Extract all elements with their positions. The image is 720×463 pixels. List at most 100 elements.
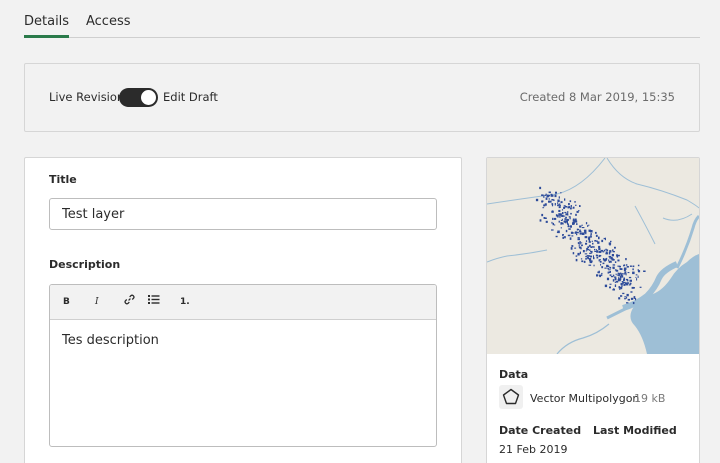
map-point bbox=[608, 255, 612, 258]
map-point bbox=[602, 251, 605, 253]
map-point bbox=[557, 199, 560, 203]
map-point bbox=[579, 232, 582, 235]
map-point bbox=[596, 250, 599, 253]
description-editor: B I 1. Tes description bbox=[49, 284, 437, 447]
map-point bbox=[551, 205, 554, 207]
map-point bbox=[608, 251, 611, 255]
toggle-knob bbox=[141, 90, 156, 105]
map-point bbox=[552, 210, 554, 213]
map-point bbox=[594, 248, 596, 251]
map-point bbox=[599, 259, 601, 261]
map-point bbox=[617, 279, 620, 282]
map-point bbox=[608, 269, 611, 271]
map-point bbox=[603, 237, 606, 240]
map-point bbox=[621, 281, 624, 283]
map-point bbox=[554, 203, 556, 206]
description-content[interactable]: Tes description bbox=[62, 333, 159, 348]
map-point bbox=[619, 279, 621, 282]
tab-access[interactable]: Access bbox=[86, 14, 131, 38]
map-point bbox=[564, 218, 567, 220]
map-point bbox=[585, 232, 587, 235]
polygon-icon bbox=[499, 385, 523, 409]
italic-button[interactable]: I bbox=[95, 294, 99, 310]
map-point bbox=[585, 250, 587, 252]
map-point bbox=[608, 271, 610, 274]
map-point bbox=[596, 274, 599, 277]
map-point bbox=[608, 242, 612, 245]
map-point bbox=[638, 270, 641, 273]
map-point bbox=[625, 273, 627, 276]
date-created-value: 21 Feb 2019 bbox=[499, 443, 568, 456]
map-point bbox=[582, 250, 585, 253]
map-point bbox=[585, 255, 587, 258]
map-point bbox=[589, 249, 591, 251]
map-point bbox=[557, 202, 559, 204]
map-point bbox=[598, 236, 600, 240]
map-point bbox=[614, 284, 617, 287]
title-input[interactable] bbox=[49, 198, 437, 230]
map-point bbox=[558, 209, 561, 212]
map-point bbox=[552, 217, 554, 220]
map-point bbox=[612, 279, 615, 282]
map-point bbox=[598, 250, 602, 253]
map-point bbox=[605, 252, 608, 255]
map-point bbox=[574, 201, 576, 203]
tab-details[interactable]: Details bbox=[24, 14, 70, 38]
map-point bbox=[604, 258, 607, 260]
map-point bbox=[569, 200, 572, 203]
map-point bbox=[604, 284, 608, 288]
map-point bbox=[577, 238, 580, 241]
map-point bbox=[620, 285, 623, 287]
map-point bbox=[548, 191, 551, 194]
created-timestamp: Created 8 Mar 2019, 15:35 bbox=[519, 90, 675, 104]
date-created-label: Date Created bbox=[499, 424, 582, 437]
bullet-list-icon[interactable] bbox=[148, 294, 160, 310]
map-point bbox=[632, 268, 634, 271]
map-point bbox=[621, 273, 623, 276]
map-point bbox=[629, 282, 631, 285]
map-point bbox=[583, 260, 586, 263]
map-point bbox=[595, 231, 597, 234]
map-point bbox=[594, 240, 597, 242]
map-point bbox=[579, 241, 581, 243]
map-point bbox=[574, 220, 578, 223]
map-point bbox=[567, 234, 571, 237]
map-point bbox=[585, 236, 588, 238]
map-point bbox=[555, 191, 557, 194]
map-point bbox=[615, 273, 617, 275]
map-point bbox=[548, 200, 551, 203]
map-point bbox=[626, 293, 629, 297]
link-icon[interactable] bbox=[124, 294, 135, 310]
map-point bbox=[558, 196, 560, 199]
map-point bbox=[605, 237, 606, 241]
map-point bbox=[545, 197, 548, 200]
map-point bbox=[610, 240, 612, 243]
map-point bbox=[593, 255, 594, 258]
map-point bbox=[623, 267, 627, 270]
map-point bbox=[562, 236, 564, 239]
map-point bbox=[578, 243, 581, 245]
map-point bbox=[614, 269, 617, 271]
map-point bbox=[587, 225, 589, 227]
map-point bbox=[604, 267, 607, 269]
map-point bbox=[580, 242, 583, 244]
map-point bbox=[581, 232, 585, 235]
numbered-list-button[interactable]: 1. bbox=[180, 294, 190, 310]
map-point bbox=[581, 224, 583, 226]
map-point bbox=[594, 250, 597, 252]
map-point bbox=[589, 258, 592, 261]
live-revision-label: Live Revision bbox=[49, 90, 125, 104]
map-point bbox=[601, 266, 604, 269]
map-point bbox=[612, 264, 616, 266]
map-point bbox=[610, 276, 614, 278]
revision-toggle[interactable] bbox=[119, 88, 158, 107]
editor-toolbar: B I 1. bbox=[50, 285, 436, 320]
link-icon-glyph bbox=[124, 294, 135, 305]
map-point bbox=[585, 242, 588, 245]
map-point bbox=[548, 198, 550, 200]
map-point bbox=[541, 213, 544, 217]
bold-button[interactable]: B bbox=[63, 294, 70, 310]
map-point bbox=[560, 213, 562, 216]
map-point bbox=[635, 276, 637, 278]
map-point bbox=[601, 272, 603, 275]
